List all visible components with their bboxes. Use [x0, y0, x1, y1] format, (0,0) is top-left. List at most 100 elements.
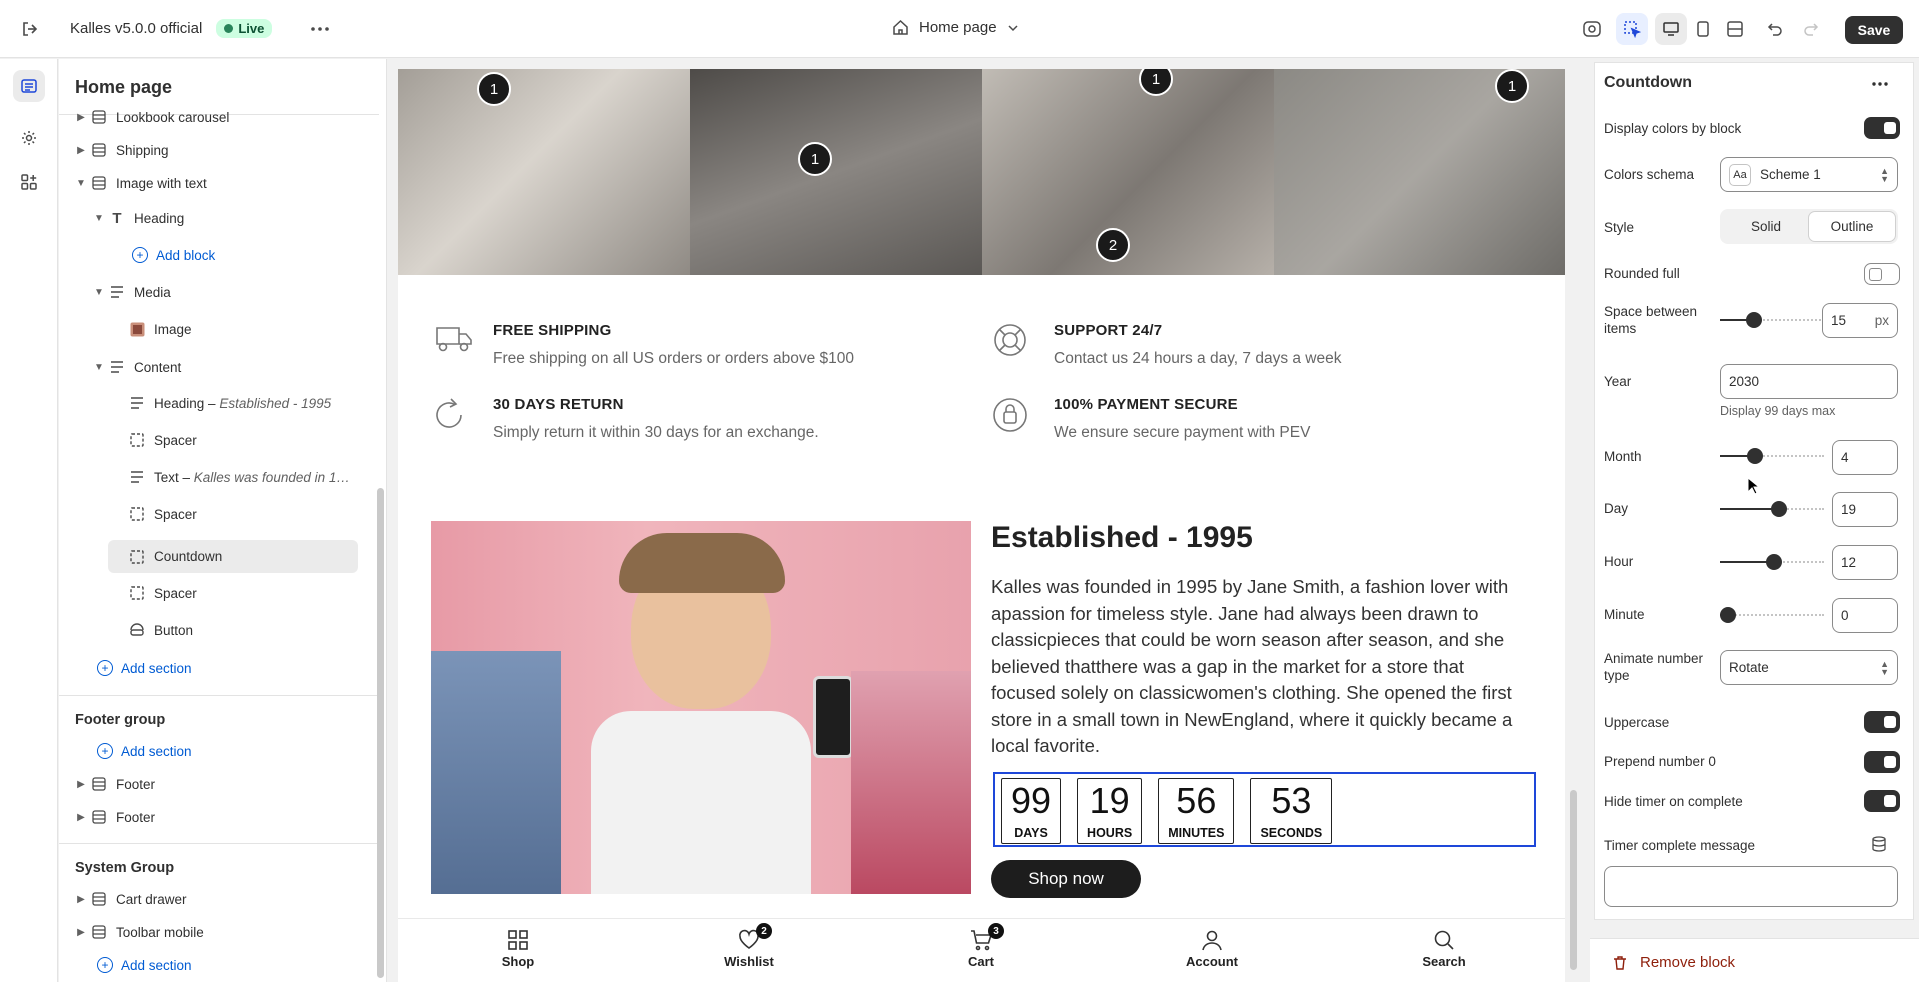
style-option-outline[interactable]: Outline: [1809, 212, 1895, 241]
colors-schema-select[interactable]: Aa Scheme 1 ▲ ▼: [1720, 157, 1898, 192]
hide-timer-toggle[interactable]: [1864, 790, 1900, 812]
complete-msg-input[interactable]: [1604, 866, 1898, 907]
add-section-link[interactable]: + Add section: [97, 653, 386, 683]
tree-item-toolbar-mobile[interactable]: ▶ Toolbar mobile: [73, 917, 386, 947]
theme-settings-button[interactable]: [13, 122, 45, 154]
hide-timer-label: Hide timer on complete: [1604, 794, 1743, 809]
tree-item-label: Cart drawer: [116, 891, 187, 907]
save-button[interactable]: Save: [1845, 16, 1903, 44]
day-input[interactable]: 19: [1832, 492, 1898, 527]
remove-block-label: Remove block: [1640, 954, 1736, 971]
inspector-toggle[interactable]: [1576, 13, 1608, 45]
nav-shop[interactable]: Shop: [468, 929, 568, 969]
mobile-view-button[interactable]: [1687, 13, 1719, 45]
tree-scrollbar[interactable]: [377, 488, 384, 978]
animate-select[interactable]: Rotate ▲ ▼: [1720, 650, 1898, 685]
rounded-toggle[interactable]: [1864, 263, 1900, 285]
left-rail: [0, 59, 58, 982]
tree-item-label: Heading: [134, 210, 185, 226]
exit-button[interactable]: [14, 13, 46, 45]
space-unit: px: [1874, 313, 1889, 328]
desktop-view-button[interactable]: [1655, 13, 1687, 45]
countdown-value: 99: [1011, 780, 1052, 821]
nav-account[interactable]: Account: [1162, 929, 1262, 969]
tree-item-media[interactable]: ▼ Media: [91, 277, 386, 307]
nav-label: Shop: [501, 954, 535, 969]
settings-more-button[interactable]: [1864, 70, 1896, 98]
feature-desc: Simply return it within 30 days for an e…: [493, 424, 819, 441]
preview-scrollbar[interactable]: [1570, 790, 1577, 970]
tree-item-spacer[interactable]: Spacer: [127, 499, 386, 529]
mobile-icon: [1687, 13, 1719, 45]
tree-item-text[interactable]: Text – Kalles was founded in 1…: [127, 462, 386, 492]
countdown-value: 19: [1089, 780, 1130, 821]
style-option-solid[interactable]: Solid: [1723, 212, 1809, 241]
fullwidth-view-button[interactable]: [1719, 13, 1751, 45]
sections-nav-button[interactable]: [13, 70, 45, 102]
tree-item-spacer[interactable]: Spacer: [127, 425, 386, 455]
nav-search[interactable]: Search: [1394, 929, 1494, 969]
undo-button[interactable]: [1759, 13, 1791, 45]
section-heading: Established - 1995: [991, 521, 1253, 554]
uppercase-toggle[interactable]: [1864, 711, 1900, 733]
tree-item-spacer[interactable]: Spacer: [127, 578, 386, 608]
select-element-button[interactable]: [1616, 13, 1648, 45]
add-block-label: Add block: [156, 247, 216, 263]
tree-item-content[interactable]: ▼ Content: [91, 352, 386, 382]
hotspot-marker[interactable]: 1: [477, 72, 511, 106]
more-actions-button[interactable]: [304, 13, 336, 45]
add-section-link[interactable]: + Add section: [97, 950, 386, 980]
tree-item-countdown[interactable]: Countdown: [108, 540, 358, 573]
section-icon: [89, 176, 109, 190]
lookbook-photo-1: [398, 69, 690, 275]
dynamic-source-button[interactable]: [1872, 836, 1886, 855]
prepend-toggle[interactable]: [1864, 751, 1900, 773]
chevron-down-icon: ▼: [94, 361, 104, 373]
tree-item-button[interactable]: Button: [127, 615, 386, 645]
display-colors-toggle[interactable]: [1864, 117, 1900, 139]
select-arrows-icon: ▲ ▼: [1880, 165, 1889, 184]
shop-now-button[interactable]: Shop now: [991, 860, 1141, 898]
tree-item-lookbook-carousel[interactable]: ▶ Lookbook carousel: [73, 102, 386, 132]
year-input[interactable]: 2030: [1720, 364, 1898, 399]
hotspot-marker[interactable]: 1: [798, 142, 832, 176]
truck-icon: [431, 322, 479, 368]
tree-item-shipping[interactable]: ▶ Shipping: [73, 135, 386, 165]
apps-icon: [21, 174, 37, 190]
hotspot-marker[interactable]: 2: [1096, 228, 1130, 262]
redo-button[interactable]: [1795, 13, 1827, 45]
hotspot-marker[interactable]: 1: [1495, 69, 1529, 103]
month-input[interactable]: 4: [1832, 440, 1898, 475]
chevron-down-icon: ▼: [94, 212, 104, 224]
remove-block-button[interactable]: Remove block: [1612, 954, 1735, 971]
tree-item-cart-drawer[interactable]: ▶ Cart drawer: [73, 884, 386, 914]
feature-free-shipping: FREE SHIPPING Free shipping on all US ord…: [431, 322, 854, 368]
space-input[interactable]: 15 px: [1822, 303, 1898, 338]
month-slider[interactable]: [1720, 448, 1824, 464]
countdown-block[interactable]: 99 DAYS 19 HOURS 56 MINUTES 53 SECONDS: [993, 772, 1536, 847]
spacer-icon: [127, 586, 147, 600]
hour-slider[interactable]: [1720, 554, 1824, 570]
minute-slider[interactable]: [1720, 607, 1824, 623]
tree-item-footer[interactable]: ▶ Footer: [73, 769, 386, 799]
minute-input[interactable]: 0: [1832, 598, 1898, 633]
tree-item-heading[interactable]: ▼ T Heading: [91, 203, 386, 233]
apps-button[interactable]: [13, 166, 45, 198]
hour-label: Hour: [1604, 554, 1634, 569]
space-slider[interactable]: [1720, 312, 1824, 328]
nav-cart[interactable]: 3 Cart: [931, 923, 1031, 969]
tree-item-footer[interactable]: ▶ Footer: [73, 802, 386, 832]
page-selector[interactable]: Home page: [892, 19, 1019, 36]
tree-item-heading-established[interactable]: Heading – Established - 1995: [127, 388, 386, 418]
hour-input[interactable]: 12: [1832, 545, 1898, 580]
tree-item-image-with-text[interactable]: ▼ Image with text: [73, 168, 386, 198]
nav-wishlist[interactable]: 2 Wishlist: [699, 923, 799, 969]
tree-item-image[interactable]: Image: [127, 314, 386, 344]
spacer-icon: [127, 549, 147, 564]
select-arrows-icon: ▲ ▼: [1880, 658, 1889, 677]
day-slider[interactable]: [1720, 501, 1824, 517]
add-section-link[interactable]: + Add section: [97, 736, 386, 766]
tree-item-label: Content: [134, 359, 182, 375]
spacer-icon: [127, 507, 147, 521]
add-block-link[interactable]: + Add block: [132, 240, 386, 270]
